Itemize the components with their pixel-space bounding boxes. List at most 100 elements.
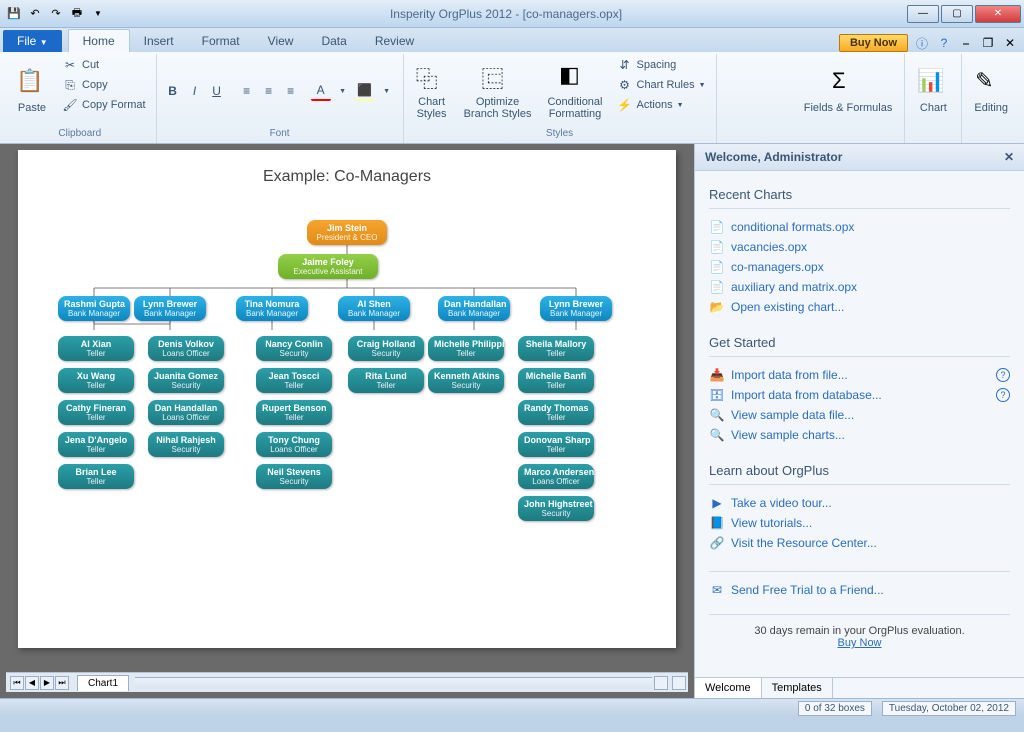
help-icon[interactable]: ?	[996, 388, 1010, 402]
align-right-button[interactable]: ≡	[281, 81, 301, 101]
org-node[interactable]: Juanita GomezSecurity	[148, 368, 224, 393]
recent-chart-link[interactable]: 📄vacancies.opx	[709, 237, 1010, 257]
get-started-link[interactable]: 🔍View sample charts...	[709, 425, 1010, 445]
ribbon-minimize-icon[interactable]: ⎯	[958, 35, 974, 51]
sheet-first-button[interactable]: ⏮	[10, 676, 24, 690]
print-icon[interactable]: 🖶	[68, 5, 86, 23]
org-node[interactable]: Xu WangTeller	[58, 368, 134, 393]
org-node[interactable]: Brian LeeTeller	[58, 464, 134, 489]
conditional-formatting-button[interactable]: ◧ Conditional Formatting	[541, 56, 608, 126]
redo-icon[interactable]: ↷	[47, 5, 65, 23]
info-icon[interactable]: ⓘ	[914, 35, 930, 51]
sheet-next-button[interactable]: ▶	[40, 676, 54, 690]
hscroll-left-icon[interactable]	[654, 676, 668, 690]
tab-format[interactable]: Format	[188, 30, 254, 52]
org-node[interactable]: Nihal RahjeshSecurity	[148, 432, 224, 457]
font-color-button[interactable]: A	[311, 81, 331, 101]
org-node[interactable]: Tina NomuraBank Manager	[236, 296, 308, 321]
org-node[interactable]: Rita LundTeller	[348, 368, 424, 393]
get-started-link[interactable]: 🗄Import data from database...?	[709, 385, 1010, 405]
tab-review[interactable]: Review	[361, 30, 428, 52]
org-node[interactable]: Denis VolkovLoans Officer	[148, 336, 224, 361]
open-existing-link[interactable]: 📂Open existing chart...	[709, 297, 1010, 317]
learn-link[interactable]: ▶Take a video tour...	[709, 493, 1010, 513]
fields-formulas-button[interactable]: Σ Fields & Formulas	[798, 56, 899, 126]
mdi-close-icon[interactable]: ✕	[1002, 35, 1018, 51]
chart-styles-button[interactable]: ⿻ Chart Styles	[410, 56, 454, 126]
org-node[interactable]: Randy ThomasTeller	[518, 400, 594, 425]
fill-color-button[interactable]: ⬛	[355, 81, 375, 101]
tab-view[interactable]: View	[254, 30, 308, 52]
org-node[interactable]: Rashmi GuptaBank Manager	[58, 296, 130, 321]
tab-insert[interactable]: Insert	[130, 30, 188, 52]
org-node[interactable]: Lynn BrewerBank Manager	[540, 296, 612, 321]
actions-button[interactable]: ⚡Actions ▼	[613, 96, 710, 114]
bold-button[interactable]: B	[163, 81, 183, 101]
trial-buy-now-link[interactable]: Buy Now	[837, 637, 881, 649]
send-trial-link[interactable]: ✉Send Free Trial to a Friend...	[709, 580, 1010, 600]
org-node[interactable]: Neil StevensSecurity	[256, 464, 332, 489]
org-node[interactable]: Dan HandallanLoans Officer	[148, 400, 224, 425]
org-node[interactable]: Al ShenBank Manager	[338, 296, 410, 321]
copy-button[interactable]: ⎘Copy	[58, 76, 150, 94]
org-node[interactable]: Sheila MalloryTeller	[518, 336, 594, 361]
recent-chart-link[interactable]: 📄co-managers.opx	[709, 257, 1010, 277]
spacing-button[interactable]: ⇵Spacing	[613, 56, 710, 74]
org-node[interactable]: Michelle PhilippiTeller	[428, 336, 504, 361]
align-left-button[interactable]: ≡	[237, 81, 257, 101]
optimize-button[interactable]: ⿷ Optimize Branch Styles	[458, 56, 538, 126]
sheet-last-button[interactable]: ⏭	[55, 676, 69, 690]
org-node[interactable]: John HighstreetSecurity	[518, 496, 594, 521]
learn-link[interactable]: 🔗Visit the Resource Center...	[709, 533, 1010, 553]
mdi-restore-icon[interactable]: ❐	[980, 35, 996, 51]
file-tab[interactable]: File ▼	[3, 30, 62, 52]
org-node[interactable]: Craig HollandSecurity	[348, 336, 424, 361]
align-center-button[interactable]: ≡	[259, 81, 279, 101]
recent-chart-link[interactable]: 📄conditional formats.opx	[709, 217, 1010, 237]
underline-button[interactable]: U	[207, 81, 227, 101]
org-node[interactable]: Marco AndersenLoans Officer	[518, 464, 594, 489]
buy-now-button[interactable]: Buy Now	[839, 34, 908, 52]
org-node[interactable]: Jena D'AngeloTeller	[58, 432, 134, 457]
font-color-dropdown[interactable]: ▼	[333, 81, 353, 101]
org-node[interactable]: Lynn BrewerBank Manager	[134, 296, 206, 321]
copy-format-button[interactable]: 🖌Copy Format	[58, 96, 150, 114]
minimize-button[interactable]: —	[907, 5, 939, 23]
sheet-prev-button[interactable]: ◀	[25, 676, 39, 690]
fill-color-dropdown[interactable]: ▼	[377, 81, 397, 101]
hscroll-right-icon[interactable]	[672, 676, 686, 690]
org-node[interactable]: Tony ChungLoans Officer	[256, 432, 332, 457]
cut-button[interactable]: ✂Cut	[58, 56, 150, 74]
org-node[interactable]: Nancy ConlinSecurity	[256, 336, 332, 361]
sp-tab-welcome[interactable]: Welcome	[695, 678, 762, 698]
org-node[interactable]: Donovan SharpTeller	[518, 432, 594, 457]
maximize-button[interactable]: ▢	[941, 5, 973, 23]
sp-tab-templates[interactable]: Templates	[762, 678, 833, 698]
org-node[interactable]: Jim SteinPresident & CEO	[307, 220, 387, 245]
org-node[interactable]: Kenneth AtkinsSecurity	[428, 368, 504, 393]
editing-button[interactable]: ✎ Editing	[968, 56, 1014, 126]
tab-data[interactable]: Data	[307, 30, 360, 52]
chart-canvas[interactable]: Example: Co-Managers Jim SteinPresident …	[18, 150, 676, 648]
learn-link[interactable]: 📘View tutorials...	[709, 513, 1010, 533]
close-panel-icon[interactable]: ✕	[1004, 150, 1014, 164]
recent-chart-link[interactable]: 📄auxiliary and matrix.opx	[709, 277, 1010, 297]
italic-button[interactable]: I	[185, 81, 205, 101]
help-icon[interactable]: ?	[996, 368, 1010, 382]
org-node[interactable]: Jaime FoleyExecutive Assistant	[278, 254, 378, 279]
qat-dropdown-icon[interactable]: ▼	[89, 5, 107, 23]
tab-home[interactable]: Home	[68, 29, 130, 52]
save-icon[interactable]: 💾	[5, 5, 23, 23]
org-node[interactable]: Rupert BensonTeller	[256, 400, 332, 425]
get-started-link[interactable]: 📥Import data from file...?	[709, 365, 1010, 385]
org-node[interactable]: Dan HandallanBank Manager	[438, 296, 510, 321]
chart-rules-button[interactable]: ⚙Chart Rules ▼	[613, 76, 710, 94]
get-started-link[interactable]: 🔍View sample data file...	[709, 405, 1010, 425]
org-node[interactable]: Michelle BanfiTeller	[518, 368, 594, 393]
help-icon[interactable]: ?	[936, 35, 952, 51]
close-button[interactable]: ✕	[975, 5, 1021, 23]
chart-button[interactable]: 📊 Chart	[911, 56, 955, 126]
paste-button[interactable]: 📋 Paste	[10, 56, 54, 126]
org-node[interactable]: Cathy FineranTeller	[58, 400, 134, 425]
undo-icon[interactable]: ↶	[26, 5, 44, 23]
